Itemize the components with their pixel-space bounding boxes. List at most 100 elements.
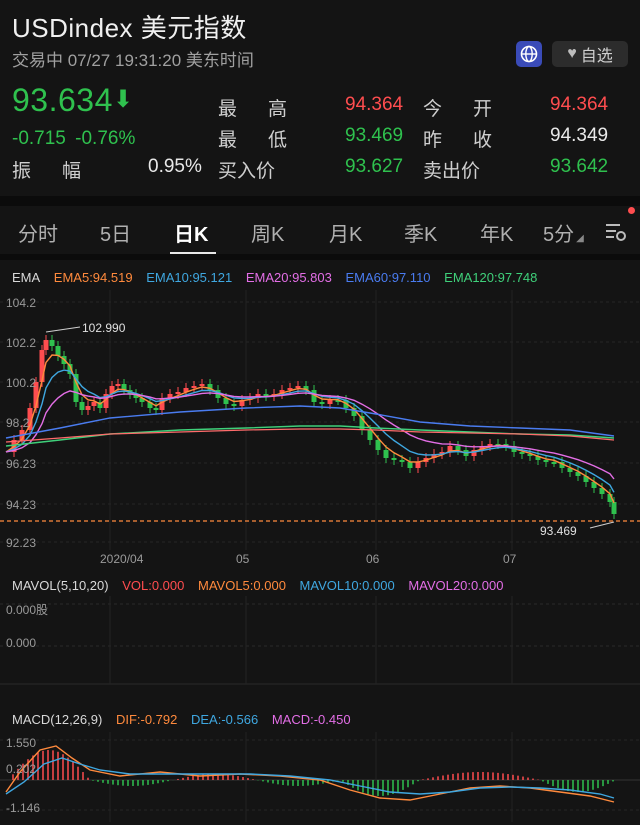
mavol5-value: MAVOL5:0.000 — [198, 578, 286, 593]
section-divider — [0, 196, 640, 206]
candle — [415, 462, 421, 468]
candle — [115, 384, 121, 386]
tab-weekly-k[interactable]: 周K — [251, 218, 284, 247]
candle — [519, 452, 525, 454]
page-title: USDindex 美元指数 — [12, 13, 247, 43]
globe-button[interactable] — [516, 41, 542, 67]
chart-settings-button[interactable] — [604, 220, 628, 249]
low-value: 93.469 — [345, 125, 404, 146]
dif-line — [5, 745, 615, 803]
candle — [543, 460, 549, 462]
candle — [611, 502, 617, 514]
favorite-label: 自选 — [580, 48, 613, 65]
volume-axis-bottom: 0.000 — [6, 636, 37, 650]
price-axis-label: 98.2 — [6, 416, 30, 430]
price-axis-label: 96.23 — [6, 457, 37, 471]
period-tabs: 分时 5日 日K 周K 月K 季K 年K 5分 ◢ — [0, 207, 640, 255]
macd-value: MACD:-0.450 — [271, 712, 351, 727]
candle — [551, 462, 557, 464]
volume-axis-top: 0.000股 — [6, 603, 49, 617]
amplitude-label: 振 幅 — [12, 161, 88, 182]
ask-label: 卖出价 — [423, 161, 481, 182]
date-axis-label: 07 — [503, 552, 517, 566]
candle — [391, 458, 397, 460]
volume-chart[interactable] — [0, 596, 640, 686]
candle — [455, 446, 461, 450]
candle — [85, 406, 91, 410]
macd-axis-label: -1.146 — [6, 801, 41, 815]
tab-5min-label: 5分 — [543, 224, 575, 246]
candle — [49, 340, 55, 346]
candle — [375, 440, 381, 450]
price-change: -0.715 -0.76% — [12, 128, 135, 150]
ema60-value: EMA60:97.110 — [345, 270, 431, 285]
amplitude-value: 0.95% — [148, 156, 202, 177]
candle — [367, 430, 373, 440]
tab-intraday[interactable]: 分时 — [18, 218, 58, 247]
prev-close-value: 94.349 — [550, 125, 609, 146]
high-value: 94.364 — [345, 94, 404, 115]
date-axis-label: 2020/04 — [100, 552, 144, 566]
date-axis-label: 05 — [236, 552, 250, 566]
ask-value: 93.642 — [550, 156, 609, 177]
dea-value: DEA:-0.566 — [190, 712, 259, 727]
price-axis-label: 92.23 — [6, 536, 37, 550]
candle — [327, 400, 333, 404]
candle — [191, 386, 197, 388]
candle — [175, 392, 181, 394]
mavol-legend: MAVOL(5,10,20) VOL:0.000 MAVOL5:0.000 MA… — [12, 578, 503, 593]
change-value: -0.715 — [12, 128, 66, 149]
tab-quarterly-k[interactable]: 季K — [404, 218, 437, 247]
min-price-annotation: 93.469 — [540, 524, 577, 538]
price-axis-label: 102.2 — [6, 336, 37, 350]
settings-icon — [606, 224, 626, 241]
macd-chart[interactable] — [0, 732, 640, 824]
heart-icon: ♥ — [567, 45, 577, 62]
macd-axis-label: 1.550 — [6, 736, 37, 750]
prev-close-label: 昨 收 — [423, 130, 499, 151]
last-price: 93.634⬇ — [12, 82, 133, 119]
tab-yearly-k[interactable]: 年K — [480, 218, 513, 247]
open-value: 94.364 — [550, 94, 609, 115]
candle — [407, 462, 413, 468]
trading-status: 交易中 07/27 19:31:20 美东时间 — [12, 51, 254, 70]
candle — [153, 408, 159, 410]
candle — [39, 350, 45, 382]
bid-label: 买入价 — [218, 161, 276, 182]
ema-label: EMA — [12, 270, 41, 285]
date-axis-label: 06 — [366, 552, 380, 566]
ema-legend: EMA EMA5:94.519 EMA10:95.121 EMA20:95.80… — [12, 270, 537, 285]
tab-monthly-k[interactable]: 月K — [329, 218, 362, 247]
mavol20-value: MAVOL20:0.000 — [408, 578, 504, 593]
notification-dot — [628, 207, 635, 214]
mavol-label: MAVOL(5,10,20) — [12, 578, 109, 593]
mavol10-value: MAVOL10:0.000 — [299, 578, 395, 593]
change-percent: -0.76% — [75, 128, 136, 149]
dif-value: DIF:-0.792 — [115, 712, 178, 727]
tab-5day[interactable]: 5日 — [100, 218, 131, 247]
candle — [91, 402, 97, 406]
ema120-value: EMA120:97.748 — [444, 270, 538, 285]
ema5-value: EMA5:94.519 — [53, 270, 133, 285]
bid-value: 93.627 — [345, 156, 404, 177]
max-price-annotation: 102.990 — [82, 321, 126, 335]
vol-value: VOL:0.000 — [122, 578, 185, 593]
ema10-line — [5, 369, 615, 493]
dropdown-triangle-icon: ◢ — [576, 233, 584, 244]
candlestick-chart[interactable] — [0, 290, 640, 590]
down-arrow-icon: ⬇ — [112, 86, 134, 113]
low-label: 最 低 — [218, 130, 294, 151]
tab-daily-k[interactable]: 日K — [174, 218, 208, 247]
candle — [79, 402, 85, 410]
tabs-divider — [0, 254, 640, 260]
tab-5min[interactable]: 5分 ◢ — [543, 218, 584, 247]
candle — [199, 384, 205, 386]
candle — [55, 346, 61, 356]
candle — [319, 402, 325, 404]
add-favorite-button[interactable]: ♥ 自选 — [552, 41, 628, 67]
high-label: 最 高 — [218, 99, 294, 120]
ema20-value: EMA20:95.803 — [245, 270, 332, 285]
candle — [43, 340, 49, 350]
price-axis-label: 104.2 — [6, 296, 37, 310]
last-price-value: 93.634 — [12, 82, 113, 118]
